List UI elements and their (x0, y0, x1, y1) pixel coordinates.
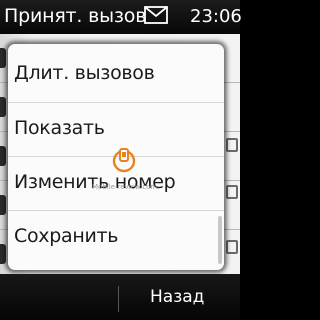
background-list-item (0, 97, 6, 117)
background-list-item (0, 146, 6, 166)
status-bar: Принят. вызов 23:06 (0, 0, 242, 34)
status-time: 23:06 (190, 6, 242, 27)
back-softkey[interactable]: Назад (150, 287, 204, 307)
watermark-logo-icon (112, 148, 136, 173)
background-list-item (0, 48, 6, 68)
menu-item-label: Длит. вызовов (14, 62, 155, 84)
envelope-icon (144, 6, 168, 24)
background-list-item (0, 244, 6, 264)
menu-item-call-duration[interactable]: Длит. вызовов (8, 48, 224, 100)
menu-item-label: Сохранить (14, 225, 119, 247)
background-item-icon (226, 240, 238, 254)
background-item-icon (226, 185, 238, 199)
menu-scrollbar-thumb[interactable] (218, 216, 222, 264)
menu-item-label: Показать (14, 117, 105, 139)
softkey-divider (118, 286, 119, 312)
status-title: Принят. вызов (4, 5, 147, 27)
background-list-item (0, 195, 6, 215)
menu-item-save[interactable]: Сохранить (8, 210, 224, 262)
watermark-text: Mobile-review.com (92, 183, 158, 191)
background-item-icon (226, 138, 238, 152)
